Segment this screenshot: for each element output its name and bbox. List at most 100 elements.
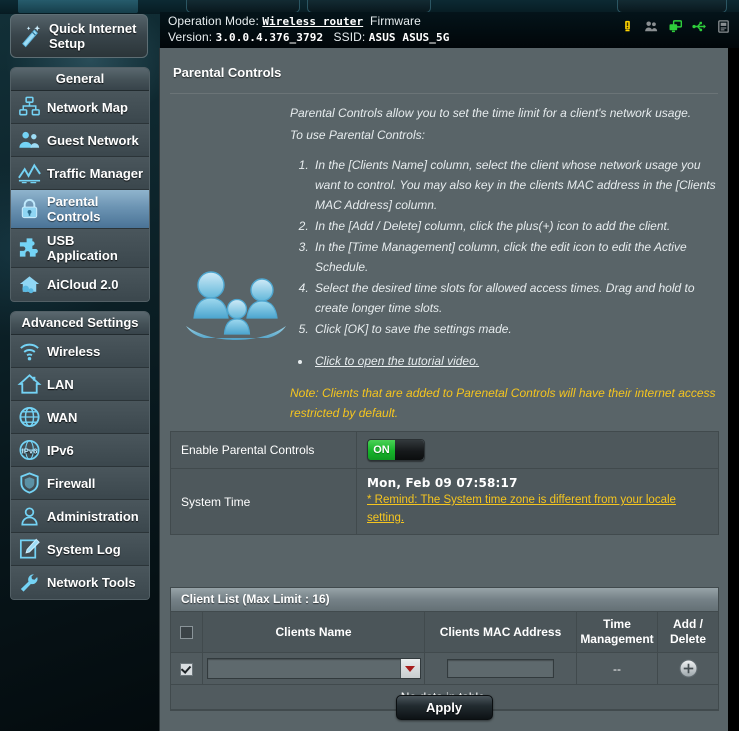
sidebar-item-label: Firewall bbox=[47, 475, 96, 491]
sidebar-item-network-map[interactable]: Network Map bbox=[11, 91, 149, 124]
alert-icon[interactable] bbox=[620, 19, 635, 34]
instruction-step: In the [Clients Name] column, select the… bbox=[312, 155, 718, 215]
sidebar-item-parental-controls[interactable]: Parental Controls bbox=[11, 190, 149, 229]
sidebar-item-wireless[interactable]: Wireless bbox=[11, 335, 149, 368]
client-mac-input[interactable] bbox=[447, 659, 554, 678]
table-row: -- bbox=[171, 652, 718, 685]
restriction-note: Note: Clients that are added to Pareneta… bbox=[290, 386, 716, 420]
cloud-home-icon bbox=[19, 275, 40, 293]
column-header-clients-mac: Clients MAC Address bbox=[424, 612, 577, 653]
sidebar-item-label: USB Application bbox=[47, 233, 118, 263]
apply-button[interactable]: Apply bbox=[395, 695, 493, 720]
column-header-select-all bbox=[171, 612, 203, 653]
client-name-dropdown-button[interactable] bbox=[400, 659, 420, 678]
settings-table: Enable Parental Controls ON System Time … bbox=[170, 431, 719, 535]
setting-row-enable: Enable Parental Controls ON bbox=[171, 432, 718, 469]
tutorial-list: Click to open the tutorial video. bbox=[290, 351, 718, 371]
sidebar-item-label: LAN bbox=[47, 376, 74, 392]
row-checkbox[interactable] bbox=[180, 662, 193, 676]
globe-icon bbox=[19, 406, 40, 428]
sidebar-group-general: General Network Map Guest Network Traffi… bbox=[10, 67, 150, 302]
intro-line-2: To use Parental Controls: bbox=[290, 128, 425, 142]
ssid-value: ASUS ASUS_5G bbox=[368, 31, 450, 44]
sidebar-item-label: Network Tools bbox=[47, 575, 136, 590]
ssid-label: SSID: bbox=[333, 30, 366, 44]
intro-line-1: Parental Controls allow you to set the t… bbox=[290, 106, 692, 120]
sidebar-item-label: Wireless bbox=[47, 343, 101, 359]
title-divider bbox=[170, 93, 718, 94]
network-map-icon bbox=[19, 96, 40, 116]
sidebar-item-system-log[interactable]: System Log bbox=[11, 533, 149, 566]
sidebar-item-label: System Log bbox=[47, 541, 121, 557]
version-value: 3.0.0.4.376_3792 bbox=[215, 31, 324, 44]
client-list-title: Client List (Max Limit : 16) bbox=[171, 588, 718, 612]
table-header-row: Clients Name Clients MAC Address Time Ma… bbox=[171, 612, 718, 653]
puzzle-icon bbox=[19, 238, 38, 257]
system-time-value: Mon, Feb 09 07:58:17 bbox=[367, 476, 518, 490]
header-line-operation-mode: Operation Mode: Wireless router Firmware bbox=[168, 14, 421, 28]
row-mac-cell bbox=[424, 652, 577, 685]
person-icon bbox=[21, 507, 38, 526]
instruction-step: In the [Time Management] column, click t… bbox=[312, 237, 718, 277]
asus-logo bbox=[18, 0, 138, 13]
log-pencil-icon bbox=[19, 538, 40, 559]
main-content-panel: Parental Controls Parental Controls allo… bbox=[159, 48, 728, 731]
tutorial-video-link[interactable]: Click to open the tutorial video. bbox=[315, 354, 479, 368]
sidebar-item-quick-internet-setup[interactable]: Quick Internet Setup bbox=[10, 14, 148, 58]
enable-parental-controls-value: ON bbox=[357, 432, 718, 468]
sidebar-group-title-advanced: Advanced Settings bbox=[11, 312, 149, 335]
system-time-value-cell: Mon, Feb 09 07:58:17 * Remind: The Syste… bbox=[357, 469, 718, 534]
sidebar-item-aicloud[interactable]: AiCloud 2.0 bbox=[11, 268, 149, 301]
sidebar-item-label: Quick Internet Setup bbox=[49, 21, 137, 51]
sidebar-item-firewall[interactable]: Firewall bbox=[11, 467, 149, 500]
sidebar-item-traffic-manager[interactable]: Traffic Manager bbox=[11, 157, 149, 190]
svg-text:IPv6: IPv6 bbox=[22, 446, 38, 455]
guest-network-icon bbox=[19, 131, 40, 148]
sidebar-item-usb-application[interactable]: USB Application bbox=[11, 229, 149, 268]
sidebar-item-wan[interactable]: WAN bbox=[11, 401, 149, 434]
instruction-step: In the [Add / Delete] column, click the … bbox=[312, 216, 718, 236]
printer-icon[interactable] bbox=[716, 19, 731, 34]
sidebar-group-title-general: General bbox=[11, 68, 149, 91]
timezone-remind-link[interactable]: * Remind: The System time zone is differ… bbox=[367, 491, 697, 527]
network-monitors-icon[interactable] bbox=[668, 19, 683, 34]
sidebar-item-guest-network[interactable]: Guest Network bbox=[11, 124, 149, 157]
wifi-icon bbox=[20, 343, 39, 361]
sidebar-item-label: WAN bbox=[47, 409, 78, 425]
ipv6-globe-icon: IPv6 bbox=[19, 440, 40, 460]
instructions-text: Parental Controls allow you to set the t… bbox=[290, 103, 718, 423]
client-name-input[interactable] bbox=[208, 659, 401, 678]
enable-parental-controls-toggle[interactable]: ON bbox=[367, 439, 425, 461]
sidebar-item-network-tools[interactable]: Network Tools bbox=[11, 566, 149, 599]
chevron-down-icon bbox=[405, 665, 415, 672]
sidebar-group-advanced: Advanced Settings Wireless LAN WAN IPv6 … bbox=[10, 311, 150, 600]
sidebar-item-lan[interactable]: LAN bbox=[11, 368, 149, 401]
house-icon bbox=[17, 374, 42, 394]
column-header-clients-name: Clients Name bbox=[202, 612, 425, 653]
clients-group-icon[interactable] bbox=[644, 19, 659, 34]
usb-icon[interactable] bbox=[692, 19, 707, 34]
plus-circle-icon[interactable] bbox=[678, 659, 698, 678]
client-list-section: Client List (Max Limit : 16) Clients Nam… bbox=[170, 587, 719, 711]
sidebar-item-administration[interactable]: Administration bbox=[11, 500, 149, 533]
column-header-add-delete: Add / Delete bbox=[657, 612, 718, 653]
header-line-version: Version: 3.0.0.4.376_3792 SSID: ASUS ASU… bbox=[168, 30, 449, 44]
header-info-bar: Operation Mode: Wireless router Firmware… bbox=[160, 12, 739, 48]
magic-wand-icon bbox=[22, 25, 41, 48]
instructions-section: Parental Controls allow you to set the t… bbox=[170, 103, 718, 423]
instruction-steps: In the [Clients Name] column, select the… bbox=[290, 155, 718, 339]
select-all-checkbox[interactable] bbox=[180, 625, 193, 639]
sidebar-item-ipv6[interactable]: IPv6 IPv6 bbox=[11, 434, 149, 467]
footer-actions: Apply bbox=[160, 695, 728, 720]
operation-mode-value[interactable]: Wireless router bbox=[262, 15, 363, 28]
instruction-step: Select the desired time slots for allowe… bbox=[312, 278, 718, 318]
family-illustration bbox=[186, 271, 286, 340]
client-name-select[interactable] bbox=[206, 658, 421, 679]
row-clients-name-cell bbox=[202, 652, 425, 685]
lock-icon bbox=[21, 198, 38, 219]
sidebar-item-label: Parental Controls bbox=[47, 194, 101, 224]
tutorial-list-item: Click to open the tutorial video. bbox=[312, 351, 718, 371]
wrench-icon bbox=[20, 573, 38, 592]
header-status-icons bbox=[620, 19, 731, 34]
sidebar-item-label: Traffic Manager bbox=[47, 165, 144, 181]
